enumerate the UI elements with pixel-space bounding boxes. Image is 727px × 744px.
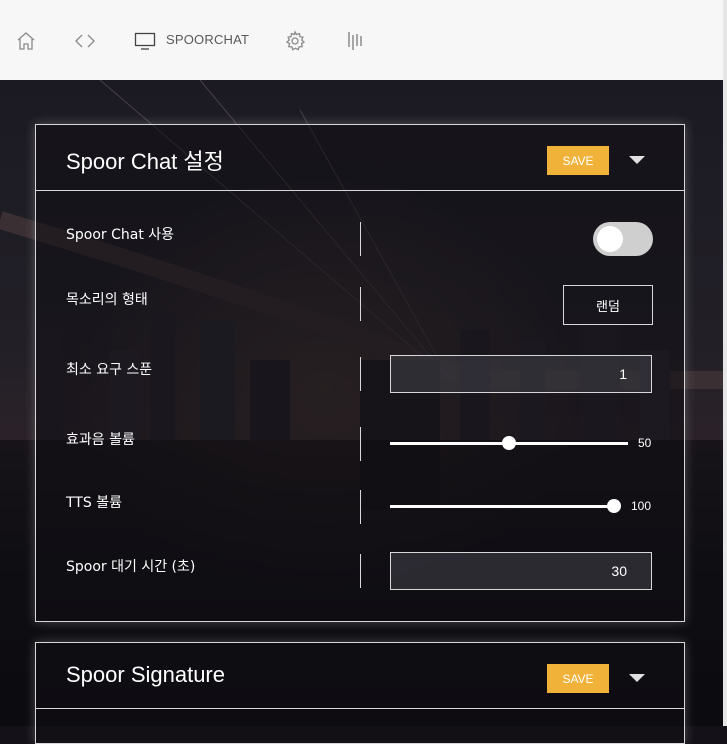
wait-time-input[interactable]: 30	[390, 552, 652, 590]
setting-row-tts-volume: TTS 볼륨 100	[36, 490, 684, 524]
setting-label: 최소 요구 스푼	[66, 362, 153, 378]
tts-volume-value: 100	[631, 499, 652, 513]
voice-type-select[interactable]: 랜덤	[563, 285, 653, 325]
enable-toggle[interactable]	[593, 222, 653, 256]
tts-volume-slider-track[interactable]	[390, 505, 614, 508]
sfx-volume-slider-knob[interactable]	[502, 436, 516, 450]
save-button[interactable]: SAVE	[547, 664, 609, 693]
collapse-caret-icon[interactable]	[629, 674, 645, 682]
divider	[360, 357, 361, 391]
setting-row-wait-time: Spoor 대기 시간 (초) 30	[36, 552, 684, 590]
monitor-icon[interactable]	[134, 30, 156, 52]
gear-icon[interactable]	[284, 30, 306, 52]
toggle-knob	[597, 226, 623, 252]
collapse-caret-icon[interactable]	[629, 156, 645, 164]
setting-row-sfx-volume: 효과음 볼륨 50	[36, 427, 684, 461]
panel-header: Spoor Chat 설정 SAVE	[36, 125, 684, 191]
setting-row-enable: Spoor Chat 사용	[36, 222, 684, 256]
window-scroll-edge	[723, 0, 727, 726]
setting-label: Spoor 대기 시간 (초)	[66, 559, 196, 575]
save-button[interactable]: SAVE	[547, 146, 609, 175]
spoor-signature-panel: Spoor Signature SAVE	[35, 642, 685, 744]
setting-row-min-spoon: 최소 요구 스푼 1	[36, 355, 684, 393]
nav-spoorchat-label[interactable]: SPOORCHAT	[166, 32, 249, 47]
sfx-volume-value: 50	[638, 436, 652, 450]
setting-label: 효과음 볼륨	[66, 432, 135, 448]
tts-volume-slider-knob[interactable]	[607, 499, 621, 513]
bars-icon[interactable]	[344, 30, 366, 52]
panel-title: Spoor Signature	[66, 662, 225, 687]
top-navigation-bar: SPOORCHAT	[0, 0, 723, 80]
divider	[360, 554, 361, 588]
setting-label: 목소리의 형태	[66, 292, 148, 308]
code-icon[interactable]	[74, 30, 96, 52]
min-spoon-input[interactable]: 1	[390, 355, 652, 393]
spoor-chat-settings-panel: Spoor Chat 설정 SAVE Spoor Chat 사용 목소리의 형태…	[35, 124, 685, 622]
setting-label: Spoor Chat 사용	[66, 227, 175, 243]
divider	[360, 222, 361, 256]
home-icon[interactable]	[15, 30, 37, 52]
divider	[360, 427, 361, 461]
panel-header: Spoor Signature SAVE	[36, 643, 684, 709]
divider	[360, 490, 361, 524]
setting-label: TTS 볼륨	[66, 495, 122, 511]
divider	[360, 287, 361, 321]
setting-row-voice-type: 목소리의 형태 랜덤	[36, 285, 684, 325]
panel-title: Spoor Chat 설정	[66, 149, 224, 174]
